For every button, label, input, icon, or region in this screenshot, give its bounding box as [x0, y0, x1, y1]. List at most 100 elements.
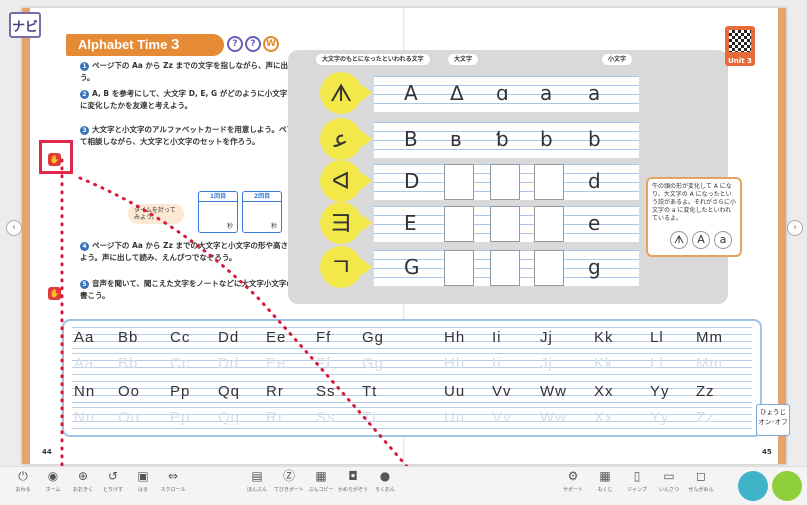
prev-page-button[interactable]: ‹	[6, 220, 22, 236]
timer-second[interactable]: 2回目秒	[242, 191, 282, 233]
alphabet-pair[interactable]: Bb	[118, 329, 138, 346]
zoom-in-button[interactable]: ⊕ おおきく	[66, 469, 100, 503]
contents-button[interactable]: ▦ もくじ	[588, 469, 622, 503]
toolbar-label: てびきボート	[273, 487, 304, 493]
note-origin-glyph: ᗑ	[670, 231, 688, 249]
alphabet-pair[interactable]: Nn	[74, 383, 95, 400]
scroll-button[interactable]: ⇔ スクロール	[156, 469, 190, 503]
alphabet-pair[interactable]: Uu	[444, 383, 465, 400]
alphabet-pair[interactable]: Ss	[316, 383, 336, 400]
copy-button[interactable]: ▦ ぶんコピー	[304, 469, 338, 503]
alphabet-pair[interactable]: Tt	[362, 383, 377, 400]
power-icon: ⏻	[18, 469, 28, 483]
bottom-toolbar: ⏻ おわる ◉ ホーム ⊕ おおきく ↺ とりけす ▣ はる ⇔ スクロール ▤ ほんぶん Ⓩ てびきボート…	[0, 466, 807, 505]
alphabet-pair[interactable]: Ww	[540, 383, 567, 400]
undo-button[interactable]: ↺ とりけす	[96, 469, 130, 503]
blank-letter-box[interactable]	[490, 206, 520, 242]
book-button[interactable]: ▯ ジャンプ	[620, 469, 654, 503]
blank-letter-box[interactable]	[490, 250, 520, 286]
skill-icons: ? ? W	[227, 36, 279, 52]
trace-guide: Nn	[74, 409, 96, 426]
qr-code[interactable]: Unit 3	[725, 26, 755, 66]
toolbar-label: いんさつ	[658, 487, 679, 493]
instruction-3: 3 大文字と小文字のアルファベットカードを用意しよう。ペアになって相談しながら、大…	[80, 125, 317, 146]
tools-button[interactable]	[772, 471, 802, 501]
record-button[interactable]: ● ろくおん	[368, 469, 402, 503]
toolbar-label: ジャンプ	[627, 487, 647, 493]
support-button[interactable]: Ⓩ てびきボート	[272, 469, 306, 503]
print-button[interactable]: ▭ いんさつ	[652, 469, 686, 503]
blank-letter-box[interactable]	[534, 250, 564, 286]
trace-guide: Uu	[444, 409, 466, 426]
letter-glyph: b	[588, 127, 601, 151]
alphabet-pair[interactable]: Vv	[492, 383, 512, 400]
blank-letter-box[interactable]	[444, 250, 474, 286]
record-icon: ●	[379, 469, 391, 483]
toolbar-label: とりけす	[102, 487, 123, 493]
toolbar-label: サポート	[562, 487, 583, 493]
trace-guide: Ii	[492, 355, 502, 372]
audio-hand-icon-2[interactable]: ✋	[48, 287, 61, 300]
alphabet-pair[interactable]: Ee	[266, 329, 286, 346]
instruction-5: 5 音声を聞いて、聞こえた文字をノートなどに大文字小文字のペアで書こう。	[80, 279, 317, 300]
toolbar-label: かめらがぞう	[337, 487, 368, 493]
trace-guide: Rr	[266, 409, 284, 426]
alphabet-pair[interactable]: Jj	[540, 329, 553, 346]
alphabet-pair[interactable]: Hh	[444, 329, 465, 346]
alphabet-strip: Aa Aa Bb Bb Cc Cc Dd Dd Ee Ee Ff Ff Gg Gg Hh Hh Ii Ii Jj Jj…	[62, 319, 762, 437]
page-number-right: 45	[762, 448, 772, 456]
nav-button[interactable]: ナビ	[9, 12, 41, 38]
blank-letter-box[interactable]	[534, 164, 564, 200]
alphabet-pair[interactable]: Ll	[650, 329, 664, 346]
alphabet-pair[interactable]: Ii	[492, 329, 502, 346]
trace-guide: Bb	[118, 355, 139, 372]
gear-button[interactable]: ⚙ サポート	[556, 469, 590, 503]
learn-button[interactable]	[738, 471, 768, 501]
instruction-1: 1 ページ下の Aa から Zz までの文字を指しながら、声に出して読もう。	[80, 61, 318, 82]
letter-glyph: d	[588, 169, 601, 193]
origin-glyph: ﻋ	[320, 118, 362, 160]
alphabet-pair[interactable]: Rr	[266, 383, 284, 400]
alphabet-pair[interactable]: Yy	[650, 383, 670, 400]
alphabet-pair[interactable]: Dd	[218, 329, 239, 346]
blank-letter-box[interactable]	[444, 164, 474, 200]
text-button[interactable]: ▤ ほんぶん	[240, 469, 274, 503]
alphabet-pair[interactable]: Gg	[362, 329, 384, 346]
alphabet-pair[interactable]: Ff	[316, 329, 331, 346]
paste-button[interactable]: ▣ はる	[126, 469, 160, 503]
camera-button[interactable]: ◘ かめらがぞう	[336, 469, 370, 503]
header-upper: 大文字	[448, 54, 479, 65]
toolbar-label: スクロール	[160, 487, 186, 493]
alphabet-pair[interactable]: Kk	[594, 329, 614, 346]
letter-glyph: ʙ	[450, 127, 462, 151]
origin-glyph: ㄱ	[320, 246, 362, 288]
alphabet-pair[interactable]: Zz	[696, 383, 715, 400]
alphabet-pair[interactable]: Oo	[118, 383, 140, 400]
origin-arrow	[362, 85, 372, 101]
trace-guide: Xx	[594, 409, 614, 426]
blank-letter-box[interactable]	[444, 206, 474, 242]
trace-guide: Aa	[74, 355, 95, 372]
timer-first[interactable]: 1回目秒	[198, 191, 238, 233]
alphabet-pair[interactable]: Aa	[74, 329, 94, 346]
letter-glyph: b	[540, 127, 553, 151]
review-toggle-button[interactable]: ひょうじ オン･オフ	[756, 404, 790, 436]
origin-arrow	[362, 259, 372, 275]
blank-letter-box[interactable]	[490, 164, 520, 200]
home-icon: ◉	[47, 469, 59, 483]
blank-letter-box[interactable]	[534, 206, 564, 242]
alphabet-pair[interactable]: Pp	[170, 383, 190, 400]
alphabet-pair[interactable]: Xx	[594, 383, 614, 400]
power-button[interactable]: ⏻ おわる	[6, 469, 40, 503]
alphabet-pair[interactable]: Cc	[170, 329, 190, 346]
zoom-in-icon: ⊕	[77, 469, 89, 483]
home-button[interactable]: ◉ ホーム	[36, 469, 70, 503]
fullscreen-button[interactable]: ◻ ぜんがめん	[684, 469, 718, 503]
alphabet-pair[interactable]: Mm	[696, 329, 723, 346]
trace-guide: Ss	[316, 409, 336, 426]
selection-highlight	[39, 140, 73, 174]
alphabet-pair[interactable]: Qq	[218, 383, 240, 400]
next-page-button[interactable]: ›	[787, 220, 803, 236]
trace-guide: Cc	[170, 355, 191, 372]
textbook-viewer: Alphabet Time 3 ? ? W 1 ページ下の Aa から Zz まで…	[0, 0, 807, 505]
